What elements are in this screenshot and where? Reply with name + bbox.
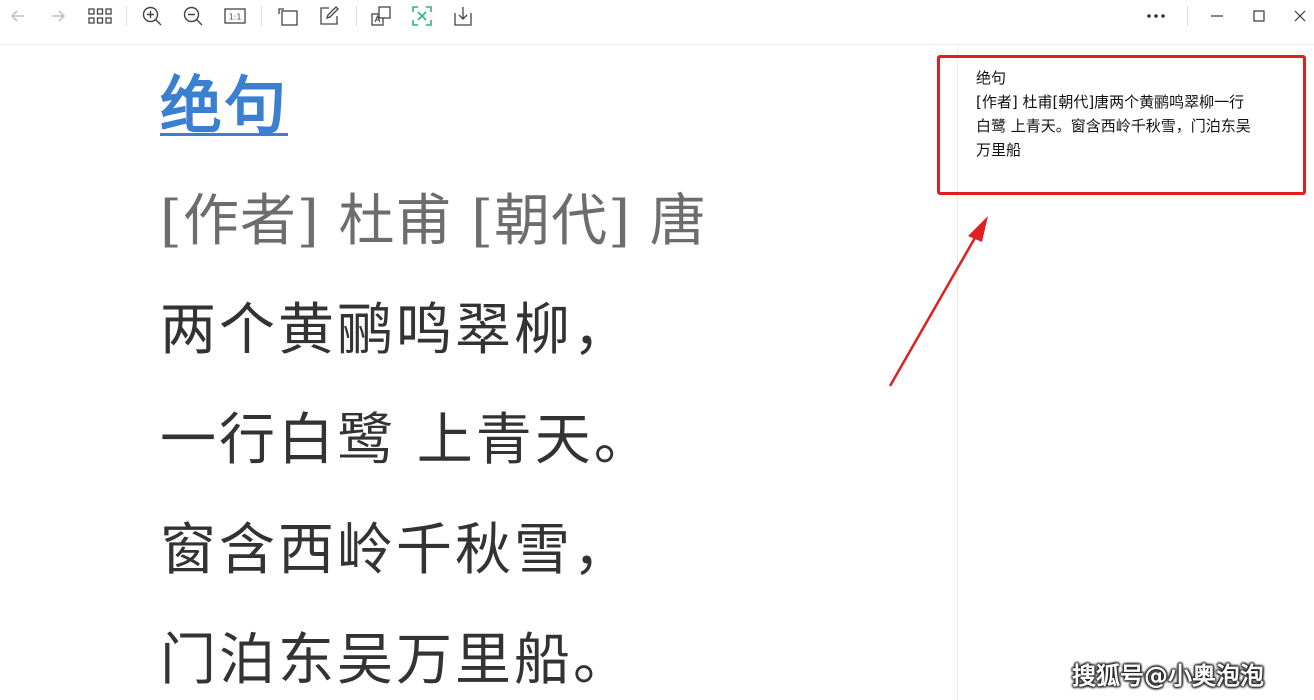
maximize-button[interactable] [1246,4,1272,28]
toolbar-separator [261,6,262,26]
maximize-icon [1253,10,1265,22]
minimize-icon [1211,15,1223,17]
save-button[interactable] [450,4,476,28]
annotation-arrow [888,216,988,387]
grid-icon [88,8,112,24]
arrow-left-icon [10,10,24,22]
poem-line: 窗含西岭千秋雪， [160,518,632,583]
back-button[interactable] [5,4,31,28]
actual-size-label: 1:1 [229,13,242,22]
download-icon [454,7,472,26]
poem-line: 两个黄鹂鸣翠柳， [160,298,632,363]
close-button[interactable] [1287,4,1313,28]
toolbar-separator [356,6,357,26]
forward-button[interactable] [45,4,71,28]
rotate-icon [278,8,298,26]
more-button[interactable] [1143,4,1169,28]
more-icon [1147,14,1165,18]
document-viewer[interactable] [0,45,957,700]
toolbar-separator [126,6,127,26]
zoom-out-button[interactable] [180,4,206,28]
arrow-right-icon [52,10,66,22]
annotation-highlight-box [937,55,1306,195]
actual-size-icon: 1:1 [224,8,246,24]
poem-author-line: [作者] 杜甫 [朝代] 唐 [160,189,707,254]
translate-icon [371,6,391,26]
poem-title: 绝句 [160,69,289,142]
toolbar: 1:1 [0,0,1314,34]
thumbnails-button[interactable] [87,4,113,28]
zoom-in-icon [142,6,162,26]
ocr-scan-icon [412,6,432,26]
poem-line: 门泊东吴万里船。 [160,628,632,693]
close-icon [1294,10,1306,22]
zoom-in-button[interactable] [139,4,165,28]
minimize-button[interactable] [1204,4,1230,28]
zoom-out-icon [183,6,203,26]
edit-icon [320,6,339,25]
rotate-button[interactable] [275,4,301,28]
toolbar-separator [1187,6,1188,26]
actual-size-button[interactable]: 1:1 [222,4,248,28]
translate-button[interactable] [368,4,394,28]
poem-line: 一行白鹭 上青天。 [160,408,653,473]
ocr-button[interactable] [409,4,435,28]
edit-button[interactable] [316,4,342,28]
watermark: 搜狐号@小奥泡泡 [1072,662,1264,690]
